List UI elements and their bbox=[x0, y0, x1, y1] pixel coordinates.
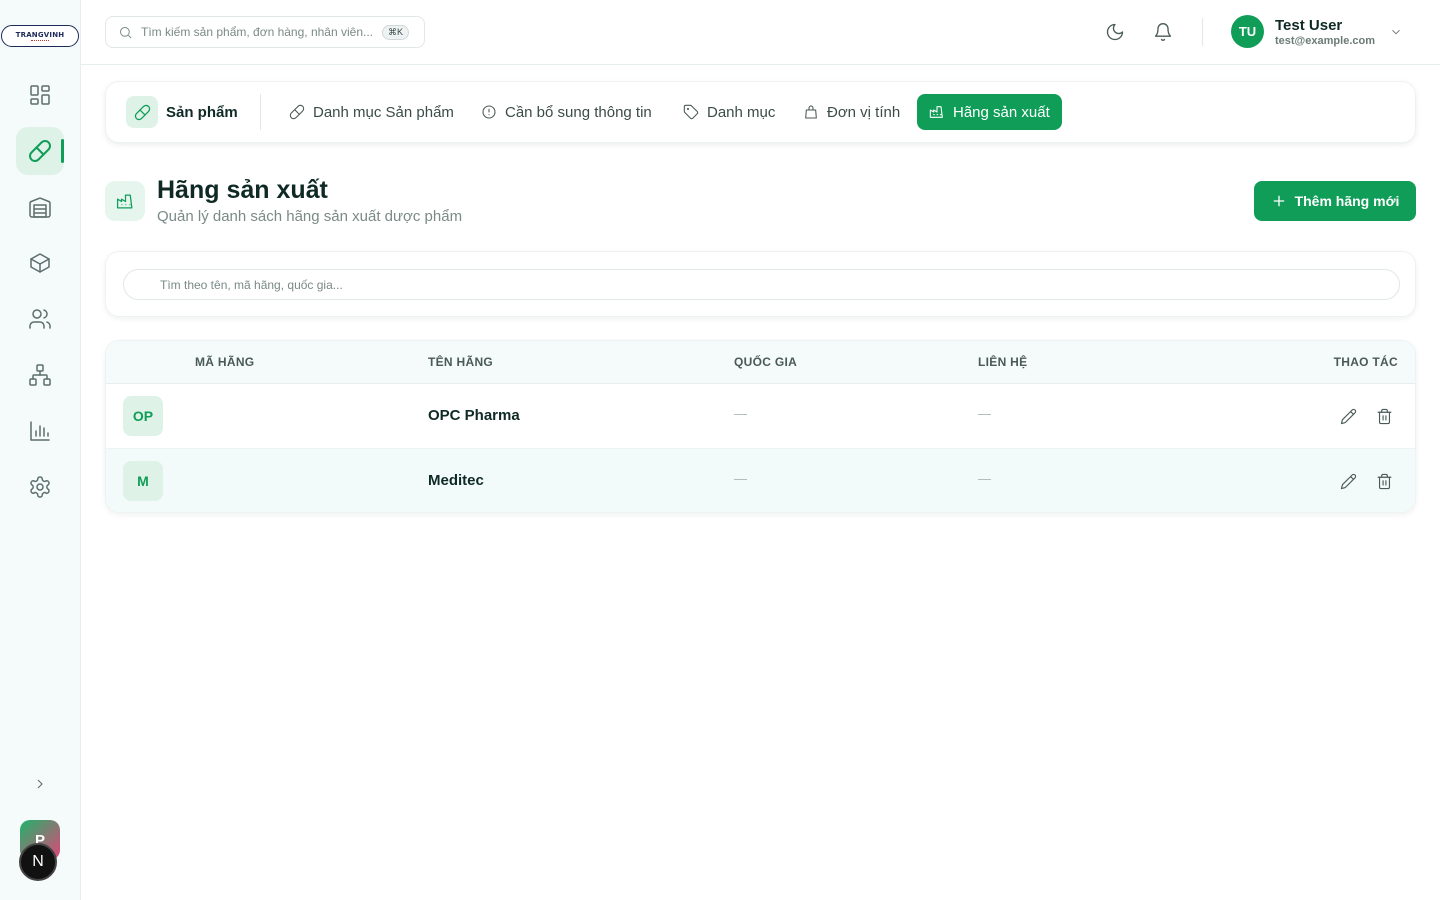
global-search-input[interactable]: Tìm kiếm sản phẩm, đơn hàng, nhân viên..… bbox=[105, 16, 425, 48]
manufacturer-search-placeholder: Tìm theo tên, mã hãng, quốc gia... bbox=[160, 277, 343, 292]
sidebar-expand-button[interactable] bbox=[28, 772, 52, 796]
pill-icon bbox=[29, 140, 51, 162]
filter-card: Tìm theo tên, mã hãng, quốc gia... bbox=[105, 251, 1416, 317]
tab-label: Hãng sản xuất bbox=[953, 103, 1050, 121]
add-button-label: Thêm hãng mới bbox=[1294, 193, 1400, 209]
tab-products-home[interactable]: Sản phẩm bbox=[126, 96, 238, 128]
user-menu-chevron bbox=[1389, 25, 1403, 39]
pill-icon bbox=[289, 104, 305, 120]
manufacturer-contact: — bbox=[978, 471, 991, 486]
tab-label: Cần bổ sung thông tin bbox=[505, 103, 652, 121]
column-header-code: MÃ HÃNG bbox=[195, 355, 255, 369]
pencil-icon bbox=[1340, 408, 1356, 424]
tab-missing-info[interactable]: Cần bổ sung thông tin bbox=[469, 94, 664, 130]
user-email: test@example.com bbox=[1275, 34, 1375, 47]
page-title: Hãng sản xuất bbox=[157, 176, 328, 204]
topbar: Tìm kiếm sản phẩm, đơn hàng, nhân viên..… bbox=[81, 0, 1440, 65]
manufacturer-country: — bbox=[734, 471, 747, 486]
manufacturer-contact: — bbox=[978, 406, 991, 421]
notifications-button[interactable] bbox=[1151, 20, 1175, 44]
column-header-contact: LIÊN HỆ bbox=[978, 355, 1028, 369]
global-search-placeholder: Tìm kiếm sản phẩm, đơn hàng, nhân viên..… bbox=[141, 25, 373, 39]
trash-icon bbox=[1377, 473, 1391, 489]
network-icon bbox=[29, 364, 51, 386]
brand-logo[interactable]: TRANGVINH bbox=[1, 25, 79, 47]
sidebar-item-warehouse[interactable] bbox=[16, 183, 64, 231]
manufacturer-name: Meditec bbox=[428, 472, 484, 489]
tab-label: Danh mục bbox=[707, 103, 776, 121]
factory-icon bbox=[929, 106, 943, 118]
dev-tools-badge[interactable]: N bbox=[19, 843, 57, 881]
tab-label: Danh mục Sản phẩm bbox=[313, 103, 454, 121]
tag-icon bbox=[683, 104, 699, 120]
pencil-icon bbox=[1340, 473, 1356, 489]
tab-manufacturers[interactable]: Hãng sản xuất bbox=[917, 94, 1062, 130]
topbar-divider bbox=[1202, 18, 1203, 46]
gear-icon bbox=[30, 476, 50, 498]
manufacturer-code-badge: OP bbox=[123, 396, 163, 436]
chevron-right-icon bbox=[37, 779, 43, 789]
logo-underline bbox=[31, 39, 49, 42]
delete-button[interactable] bbox=[1374, 406, 1394, 426]
add-manufacturer-button[interactable]: Thêm hãng mới bbox=[1254, 181, 1416, 221]
theme-toggle-button[interactable] bbox=[1103, 20, 1127, 44]
manufacturers-table: MÃ HÃNG TÊN HÃNG QUỐC GIA LIÊN HỆ THAO T… bbox=[105, 340, 1416, 513]
pill-icon bbox=[134, 104, 150, 120]
tab-home-icon-box bbox=[126, 96, 158, 128]
sidebar-item-dashboard[interactable] bbox=[16, 71, 64, 119]
edit-button[interactable] bbox=[1338, 471, 1358, 491]
tab-product-catalog[interactable]: Danh mục Sản phẩm bbox=[277, 94, 466, 130]
factory-icon bbox=[116, 194, 132, 208]
search-shortcut-badge: ⌘K bbox=[382, 24, 410, 40]
tab-units[interactable]: Đơn vị tính bbox=[791, 94, 912, 130]
logo-text: TRANGVINH bbox=[15, 30, 65, 39]
users-icon bbox=[29, 309, 51, 329]
column-header-country: QUỐC GIA bbox=[734, 355, 798, 369]
bell-icon bbox=[1154, 23, 1172, 41]
delete-button[interactable] bbox=[1374, 471, 1394, 491]
sidebar-item-settings[interactable] bbox=[16, 463, 64, 511]
tabs-divider bbox=[260, 94, 261, 130]
product-tabs: Sản phẩm Danh mục Sản phẩm Cần bổ sung t… bbox=[105, 81, 1416, 143]
manufacturer-name: OPC Pharma bbox=[428, 407, 520, 424]
sidebar-item-inventory[interactable] bbox=[16, 239, 64, 287]
alert-circle-icon bbox=[482, 105, 496, 119]
table-row[interactable]: M Meditec — — bbox=[106, 449, 1415, 512]
moon-icon bbox=[1106, 23, 1124, 41]
trash-icon bbox=[1377, 408, 1391, 424]
sidebar-item-users[interactable] bbox=[16, 295, 64, 343]
user-name: Test User bbox=[1275, 16, 1343, 34]
user-info: Test User test@example.com bbox=[1275, 17, 1375, 47]
user-avatar: TU bbox=[1231, 15, 1264, 48]
chevron-down-icon bbox=[1392, 29, 1400, 34]
table-row[interactable]: OP OPC Pharma — — bbox=[106, 384, 1415, 449]
table-header: MÃ HÃNG TÊN HÃNG QUỐC GIA LIÊN HỆ THAO T… bbox=[106, 341, 1415, 384]
edit-button[interactable] bbox=[1338, 406, 1358, 426]
bar-chart-icon bbox=[30, 421, 50, 441]
tab-label: Đơn vị tính bbox=[827, 103, 901, 121]
package-icon bbox=[30, 253, 50, 273]
tab-home-label: Sản phẩm bbox=[166, 103, 238, 121]
column-header-name: TÊN HÃNG bbox=[428, 355, 494, 369]
sidebar-item-organization[interactable] bbox=[16, 351, 64, 399]
grid-icon bbox=[30, 85, 50, 105]
sidebar: TRANGVINH P N bbox=[0, 0, 81, 900]
column-header-actions: THAO TÁC bbox=[1333, 355, 1398, 369]
manufacturer-code-badge: M bbox=[123, 461, 163, 501]
page-subtitle: Quản lý danh sách hãng sản xuất dược phẩ… bbox=[157, 208, 463, 225]
manufacturer-search-input[interactable]: Tìm theo tên, mã hãng, quốc gia... bbox=[123, 269, 1400, 300]
tab-categories[interactable]: Danh mục bbox=[671, 94, 787, 130]
manufacturer-country: — bbox=[734, 406, 747, 421]
sidebar-item-products[interactable] bbox=[16, 127, 64, 175]
search-icon bbox=[120, 26, 132, 38]
warehouse-icon bbox=[29, 197, 51, 218]
bag-icon bbox=[805, 105, 817, 119]
user-menu[interactable]: TU Test User test@example.com bbox=[1231, 15, 1403, 48]
page-header-icon bbox=[105, 181, 145, 221]
plus-icon bbox=[1273, 195, 1284, 207]
sidebar-item-reports[interactable] bbox=[16, 407, 64, 455]
